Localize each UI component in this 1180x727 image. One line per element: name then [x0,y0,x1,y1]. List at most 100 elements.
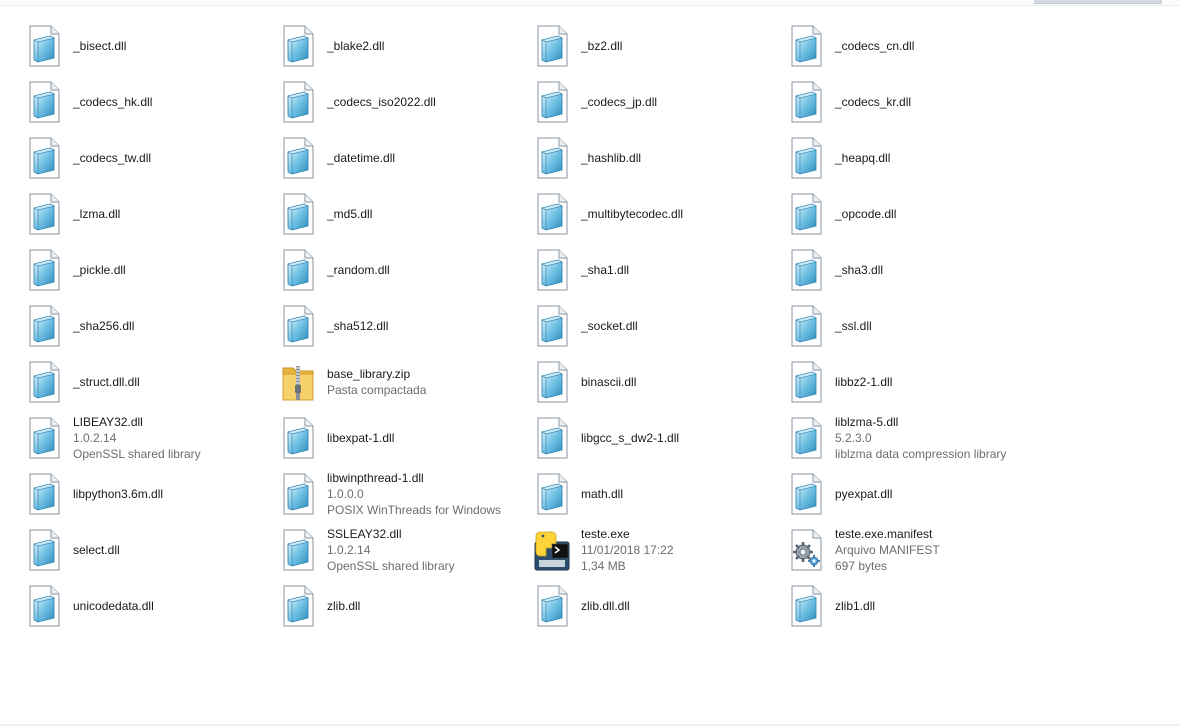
dll-file-icon [280,416,316,460]
file-item-zlib1-dll[interactable]: zlib1.dll [788,578,1042,634]
file-text: binascii.dll [581,374,636,390]
file-name: zlib1.dll [835,599,876,613]
dll-file-icon [788,584,824,628]
dll-file-icon [534,248,570,292]
dll-file-icon [534,304,570,348]
dll-file-icon [26,584,62,628]
file-item-heapq-dll[interactable]: _heapq.dll [788,130,1042,186]
file-item-bisect-dll[interactable]: _bisect.dll [26,18,280,74]
file-item-teste-exe-manifest[interactable]: teste.exe.manifest Arquivo MANIFEST 697 by… [788,522,1042,578]
dll-file-icon [534,416,570,460]
file-item-zlib-dll-dll[interactable]: zlib.dll.dll [534,578,788,634]
file-detail: liblzma data compression library [835,447,1007,461]
file-item-pickle-dll[interactable]: _pickle.dll [26,242,280,298]
file-item-libpython3-6m-dll[interactable]: libpython3.6m.dll [26,466,280,522]
file-item-socket-dll[interactable]: _socket.dll [534,298,788,354]
dll-file-icon [280,584,316,628]
file-name: _sha512.dll [327,319,389,333]
file-item-math-dll[interactable]: math.dll [534,466,788,522]
file-name: _bz2.dll [581,39,623,53]
file-name: _codecs_jp.dll [581,95,658,109]
file-item-codecs-tw-dll[interactable]: _codecs_tw.dll [26,130,280,186]
file-name: _sha1.dll [581,263,630,277]
file-list-pane: _bisect.dll _blake2.dll _bz2.dll _codecs_cn… [0,5,1180,726]
file-item-libeay32-dll[interactable]: LIBEAY32.dll 1.0.2.14 OpenSSL shared libra… [26,410,280,466]
file-name: _md5.dll [327,207,373,221]
file-name: select.dll [73,543,120,557]
file-item-select-dll[interactable]: select.dll [26,522,280,578]
file-text: _sha1.dll [581,262,629,278]
file-item-random-dll[interactable]: _random.dll [280,242,534,298]
file-item-unicodedata-dll[interactable]: unicodedata.dll [26,578,280,634]
file-name: teste.exe [581,527,630,541]
dll-file-icon [534,136,570,180]
file-item-codecs-jp-dll[interactable]: _codecs_jp.dll [534,74,788,130]
file-text: libexpat-1.dll [327,430,394,446]
file-item-binascii-dll[interactable]: binascii.dll [534,354,788,410]
file-item-bz2-dll[interactable]: _bz2.dll [534,18,788,74]
file-item-opcode-dll[interactable]: _opcode.dll [788,186,1042,242]
file-text: _lzma.dll [73,206,120,222]
file-text: _multibytecodec.dll [581,206,683,222]
file-item-ssleay32-dll[interactable]: SSLEAY32.dll 1.0.2.14 OpenSSL shared libra… [280,522,534,578]
file-item-codecs-kr-dll[interactable]: _codecs_kr.dll [788,74,1042,130]
file-grid: _bisect.dll _blake2.dll _bz2.dll _codecs_cn… [26,18,1042,634]
file-text: _sha256.dll [73,318,134,334]
dll-file-icon [26,416,62,460]
dll-file-icon [26,136,62,180]
file-item-zlib-dll[interactable]: zlib.dll [280,578,534,634]
file-item-sha512-dll[interactable]: _sha512.dll [280,298,534,354]
file-detail: POSIX WinThreads for Windows [327,503,502,517]
file-item-base-library-zip[interactable]: base_library.zip Pasta compactada [280,354,534,410]
file-name: zlib.dll.dll [581,599,630,613]
file-text: teste.exe.manifest Arquivo MANIFEST 697 by… [835,526,940,574]
file-item-teste-exe[interactable]: teste.exe 11/01/2018 17:22 1,34 MB [534,522,788,578]
dll-file-icon [26,248,62,292]
file-item-ssl-dll[interactable]: _ssl.dll [788,298,1042,354]
dll-file-icon [280,192,316,236]
file-text: teste.exe 11/01/2018 17:22 1,34 MB [581,526,674,574]
dll-file-icon [788,136,824,180]
file-text: _pickle.dll [73,262,126,278]
file-name: _hashlib.dll [581,151,642,165]
file-item-sha3-dll[interactable]: _sha3.dll [788,242,1042,298]
file-text: _bisect.dll [73,38,126,54]
dll-file-icon [788,192,824,236]
file-name: liblzma-5.dll [835,415,899,429]
dll-file-icon [280,136,316,180]
file-item-liblzma-5-dll[interactable]: liblzma-5.dll 5.2.3.0 liblzma data compres… [788,410,1042,466]
file-item-libwinpthread-1-dll[interactable]: libwinpthread-1.dll 1.0.0.0 POSIX WinThrea… [280,466,534,522]
dll-file-icon [280,528,316,572]
file-item-libexpat-1-dll[interactable]: libexpat-1.dll [280,410,534,466]
file-item-sha1-dll[interactable]: _sha1.dll [534,242,788,298]
file-name: _struct.dll.dll [73,375,140,389]
file-item-multibytecodec-dll[interactable]: _multibytecodec.dll [534,186,788,242]
dll-file-icon [788,472,824,516]
dll-file-icon [788,304,824,348]
file-item-codecs-iso2022-dll[interactable]: _codecs_iso2022.dll [280,74,534,130]
file-text: pyexpat.dll [835,486,892,502]
file-name: _codecs_iso2022.dll [327,95,436,109]
file-item-md5-dll[interactable]: _md5.dll [280,186,534,242]
file-text: _sha512.dll [327,318,388,334]
file-item-codecs-cn-dll[interactable]: _codecs_cn.dll [788,18,1042,74]
file-item-lzma-dll[interactable]: _lzma.dll [26,186,280,242]
file-item-libbz2-1-dll[interactable]: libbz2-1.dll [788,354,1042,410]
dll-file-icon [280,472,316,516]
file-item-codecs-hk-dll[interactable]: _codecs_hk.dll [26,74,280,130]
file-name: _blake2.dll [327,39,385,53]
file-item-pyexpat-dll[interactable]: pyexpat.dll [788,466,1042,522]
file-item-hashlib-dll[interactable]: _hashlib.dll [534,130,788,186]
pane-bottom-edge [0,724,1180,726]
file-text: base_library.zip Pasta compactada [327,366,426,398]
file-item-sha256-dll[interactable]: _sha256.dll [26,298,280,354]
file-item-struct-dll-dll[interactable]: _struct.dll.dll [26,354,280,410]
file-name: _bisect.dll [73,39,127,53]
file-text: LIBEAY32.dll 1.0.2.14 OpenSSL shared libra… [73,414,201,462]
file-item-libgcc-s-dw2-1-dll[interactable]: libgcc_s_dw2-1.dll [534,410,788,466]
file-item-blake2-dll[interactable]: _blake2.dll [280,18,534,74]
file-text: _random.dll [327,262,390,278]
file-item-datetime-dll[interactable]: _datetime.dll [280,130,534,186]
top-scrollbar-thumb[interactable] [1034,0,1162,4]
dll-file-icon [788,24,824,68]
